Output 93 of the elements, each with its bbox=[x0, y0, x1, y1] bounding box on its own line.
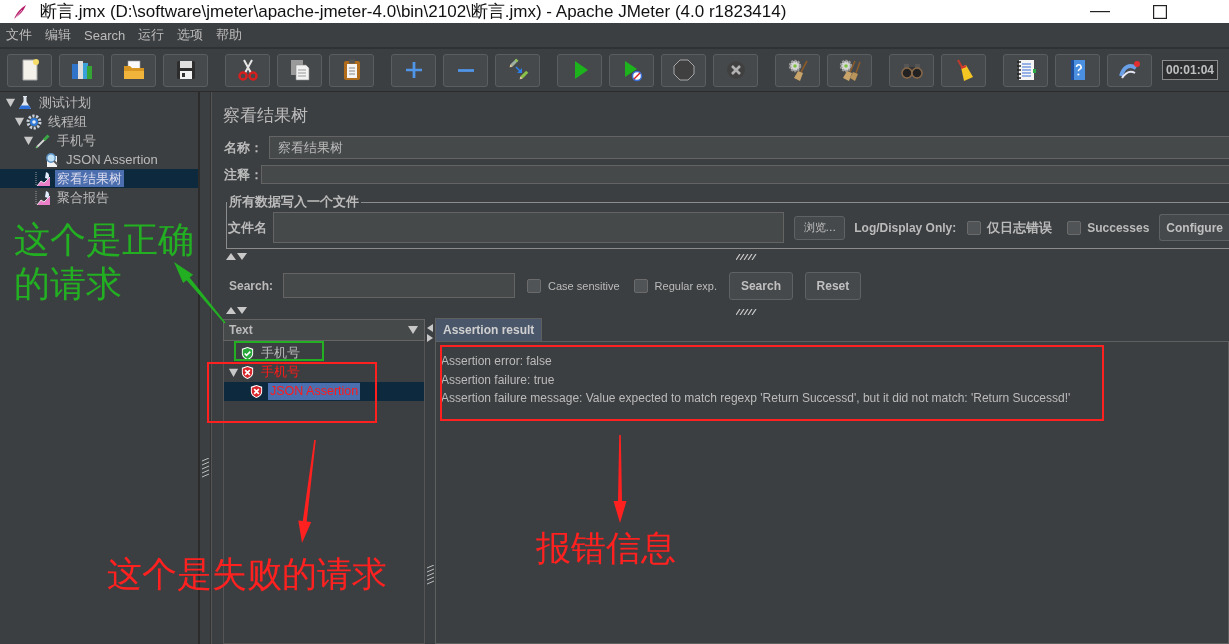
flask-icon bbox=[17, 94, 33, 111]
result-line: Assertion error: false bbox=[441, 353, 552, 370]
split-arrows-icon[interactable] bbox=[226, 253, 248, 260]
field-label: Search: bbox=[228, 278, 274, 293]
search-button[interactable] bbox=[889, 53, 934, 87]
help-button[interactable] bbox=[1055, 53, 1100, 87]
search-field[interactable] bbox=[283, 273, 516, 298]
field-label: 名称： bbox=[223, 138, 264, 157]
callout-text: 这个是失败的请求 bbox=[107, 553, 388, 596]
split-arrows-icon[interactable] bbox=[226, 307, 248, 314]
caret-icon[interactable] bbox=[4, 97, 16, 108]
magnifier-icon bbox=[44, 151, 60, 168]
expand-button[interactable] bbox=[391, 53, 436, 87]
tree-item[interactable]: 线程组 bbox=[46, 113, 89, 130]
checkbox[interactable] bbox=[527, 278, 542, 293]
reset-search-button[interactable] bbox=[941, 53, 986, 87]
menu-item[interactable]: 文件 bbox=[6, 26, 32, 44]
window-title: 断言.jmx (D:\software\jmeter\apache-jmeter-4.0\bin\2102\断言.jmx) - Apache JMeter (4.0 r1823414) bbox=[40, 1, 787, 23]
templates-button[interactable] bbox=[59, 53, 104, 87]
reset-button[interactable]: Reset bbox=[804, 271, 861, 300]
comment-field[interactable] bbox=[261, 165, 1229, 184]
checkbox[interactable] bbox=[633, 278, 648, 293]
caret-icon[interactable] bbox=[22, 135, 34, 146]
collapse-button[interactable] bbox=[443, 53, 488, 87]
split-arrows-icon[interactable] bbox=[426, 323, 434, 343]
menu-item[interactable]: 选项 bbox=[177, 26, 204, 44]
scissors-icon bbox=[235, 58, 260, 82]
name-field[interactable]: 察看结果树 bbox=[269, 136, 1229, 159]
maximize-icon[interactable] bbox=[1153, 4, 1167, 19]
tree-item[interactable]: 聚合报告 bbox=[55, 189, 111, 206]
checkbox[interactable] bbox=[1067, 220, 1082, 235]
start-no-pauses-button[interactable] bbox=[609, 53, 654, 87]
copy-button[interactable] bbox=[277, 53, 322, 87]
tree-item[interactable]: 手机号 bbox=[259, 345, 302, 362]
gear-icon bbox=[26, 113, 42, 130]
graph-icon bbox=[35, 189, 51, 206]
gear-brooms-icon bbox=[837, 58, 862, 82]
minimize-icon[interactable] bbox=[1090, 10, 1110, 13]
cut-button[interactable] bbox=[225, 53, 270, 87]
result-line: Assertion failure message: Value expected to match regexp 'Return Successd', but it did not match: 'Return Successd!' bbox=[441, 390, 1071, 407]
minus-icon bbox=[457, 68, 474, 72]
graph-icon bbox=[35, 170, 51, 187]
grip-icon[interactable] bbox=[736, 309, 758, 315]
field-label: Log/Display Only: bbox=[854, 220, 957, 235]
start-button[interactable] bbox=[557, 53, 602, 87]
field-label: 注释： bbox=[223, 165, 261, 184]
callout-text: 报错信息 bbox=[536, 527, 677, 570]
browse-button[interactable]: 浏览... bbox=[794, 215, 846, 240]
callout-text: 这个是正确的请求 bbox=[14, 218, 195, 306]
filename-field[interactable] bbox=[273, 212, 785, 243]
checkbox-label: Successes bbox=[1087, 220, 1150, 235]
menu-item[interactable]: 帮助 bbox=[216, 26, 243, 44]
caret-icon[interactable] bbox=[13, 116, 25, 127]
checkbox-label: Regular exp. bbox=[654, 279, 717, 292]
grip-icon[interactable] bbox=[426, 565, 434, 585]
grip-icon[interactable] bbox=[201, 458, 209, 478]
search-button[interactable]: Search bbox=[728, 271, 793, 300]
result-line: Assertion failure: true bbox=[441, 371, 555, 389]
panel-title: 察看结果树 bbox=[222, 104, 309, 126]
books-icon bbox=[69, 58, 94, 82]
plus-icon bbox=[405, 62, 422, 78]
toggle-button[interactable] bbox=[495, 53, 540, 87]
field-label: 文件名 bbox=[227, 218, 268, 237]
menu-item[interactable]: 运行 bbox=[138, 26, 165, 44]
pipette-icon bbox=[35, 132, 51, 149]
menu-item[interactable]: 编辑 bbox=[45, 26, 71, 44]
timer-display: 00:01:04 bbox=[1162, 60, 1219, 80]
caret-icon bbox=[408, 326, 418, 334]
menu-item[interactable]: Search bbox=[84, 27, 126, 43]
caret-icon[interactable] bbox=[227, 367, 239, 378]
folder-icon bbox=[121, 58, 146, 82]
feather-icon bbox=[12, 3, 28, 20]
configure-button[interactable]: Configure bbox=[1159, 214, 1229, 241]
clear-all-button[interactable] bbox=[827, 53, 872, 87]
result-tab[interactable]: Assertion result bbox=[435, 318, 543, 341]
new-button[interactable] bbox=[7, 53, 52, 87]
checkbox-label: Case sensitive bbox=[548, 279, 620, 292]
paste-button[interactable] bbox=[329, 53, 374, 87]
section-title: 所有数据写入一个文件 bbox=[228, 193, 360, 211]
save-button[interactable] bbox=[163, 53, 208, 87]
remote-button[interactable] bbox=[1107, 53, 1152, 87]
renderer-dropdown[interactable]: Text bbox=[223, 319, 425, 341]
checkbox[interactable] bbox=[967, 220, 982, 235]
stop-icon bbox=[671, 58, 696, 82]
tree-item[interactable]: 测试计划 bbox=[37, 94, 93, 111]
open-button[interactable] bbox=[111, 53, 156, 87]
checkbox-label: 仅日志错误 bbox=[987, 218, 1053, 237]
tree-item[interactable]: JSON Assertion bbox=[64, 151, 160, 168]
tree-item[interactable]: 察看结果树 bbox=[55, 170, 124, 187]
grip-icon[interactable] bbox=[736, 253, 758, 260]
tree-item[interactable]: 手机号 bbox=[55, 132, 98, 149]
function-helper-button[interactable] bbox=[1003, 53, 1048, 87]
clear-button[interactable] bbox=[775, 53, 820, 87]
